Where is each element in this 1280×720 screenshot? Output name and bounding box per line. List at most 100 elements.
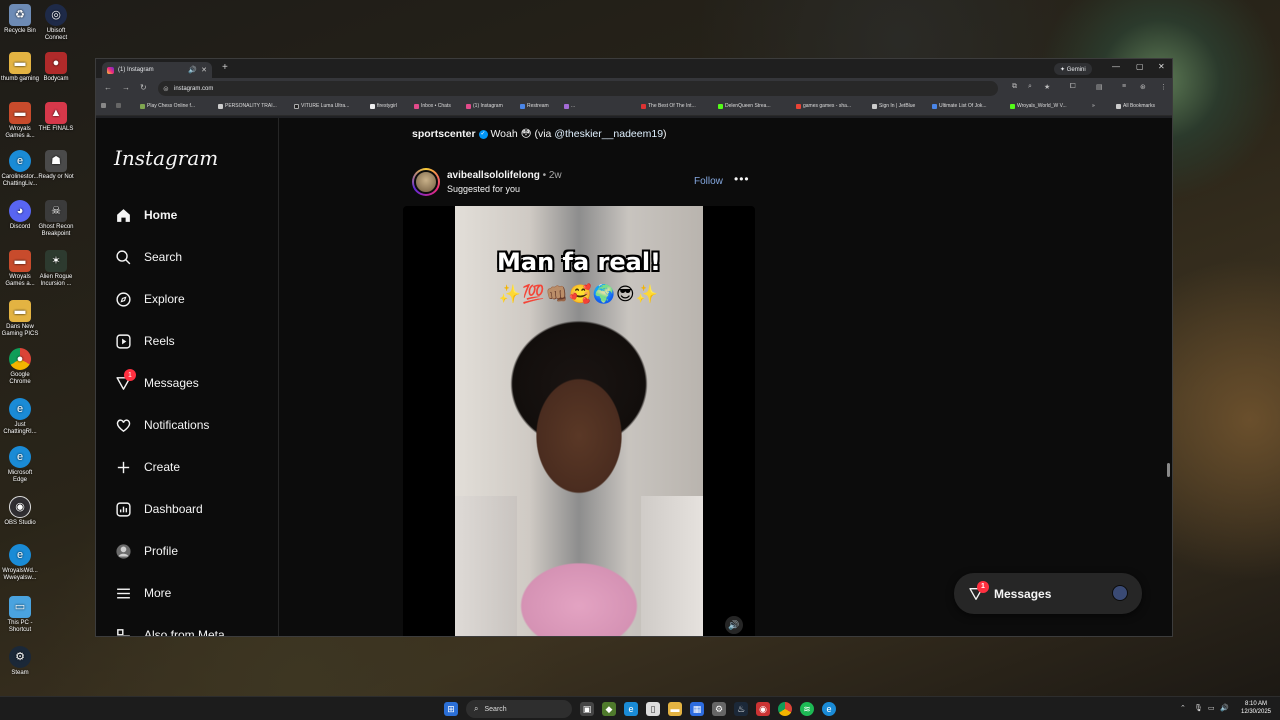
post-username[interactable]: avibeallsololifelong [447, 170, 540, 181]
zoom-icon[interactable]: ⌕ [1028, 83, 1032, 91]
nav-profile[interactable]: Profile [114, 542, 178, 560]
site-info-icon[interactable]: ⊜ [163, 85, 169, 93]
instagram-logo[interactable]: Instagram [114, 146, 218, 170]
desktop-icon-the-finals[interactable]: ▲ THE FINALS [36, 102, 76, 133]
desktop-icon-alien-rogue[interactable]: ✶ Alien Rogue Incursion ... [36, 250, 76, 288]
scrollbar-thumb[interactable] [1167, 463, 1170, 477]
customize-icon[interactable]: ≡ [1122, 83, 1126, 90]
store-icon[interactable]: ▦ [690, 702, 704, 716]
nav-home[interactable]: Home [114, 206, 177, 224]
game-icon[interactable]: ⊛ [1140, 83, 1146, 91]
all-bookmarks-folder[interactable]: All Bookmarks [1116, 103, 1155, 109]
messages-pill[interactable]: 1 Messages [954, 573, 1142, 614]
desktop-icon-carolinestor[interactable]: e Carolinestor... ChattingLiv... [0, 150, 40, 188]
bookmark-star-icon[interactable]: ★ [1044, 83, 1050, 91]
bookmark-item[interactable]: Inbox • Chats [414, 103, 451, 109]
bookmark-item[interactable]: Ultimate List Of Jok... [932, 103, 987, 109]
volume-icon[interactable]: 🔊 [1220, 704, 1229, 712]
nav-reels[interactable]: Reels [114, 332, 175, 350]
bookmark-item[interactable]: DelenQueen Strea... [718, 103, 771, 109]
page-scrollbar[interactable] [1165, 118, 1172, 636]
nav-explore[interactable]: Explore [114, 290, 185, 308]
desktop-icon-discord[interactable]: ◕ Discord [0, 200, 40, 231]
url-field[interactable]: ⊜ instagram.com [158, 81, 998, 96]
minimize-icon[interactable]: — [1112, 62, 1120, 71]
nav-search[interactable]: Search [114, 248, 182, 266]
file-explorer-icon[interactable]: ▬ [668, 702, 682, 716]
audio-toggle-icon[interactable]: 🔊 [725, 616, 743, 634]
post-options-icon[interactable]: ••• [734, 172, 750, 186]
follow-button[interactable]: Follow [694, 176, 723, 187]
forward-icon[interactable]: → [122, 83, 130, 92]
nav-create[interactable]: Create [114, 458, 180, 476]
desktop-icon-this-pc[interactable]: ▭ This PC - Shortcut [0, 596, 40, 634]
bookmark-item[interactable]: VITURE Luma Ultra... [294, 103, 349, 109]
bookmarks-overflow-button[interactable]: » [1092, 103, 1095, 109]
back-icon[interactable]: ← [104, 83, 112, 92]
desktop-icon-microsoft-edge[interactable]: e Microsoft Edge [0, 446, 40, 484]
desktop-icon-steam[interactable]: ⚙ Steam [0, 646, 40, 677]
desktop-icon-just-chatting[interactable]: e Just ChattingRI... [0, 398, 40, 436]
bookmark-item[interactable]: Restream [520, 103, 549, 109]
desktop-icon-thumb-gaming[interactable]: ▬ thumb gaming [0, 52, 40, 83]
tab-search-icon[interactable] [116, 103, 121, 108]
speaker-icon[interactable]: 🔊 [188, 66, 197, 74]
system-clock[interactable]: 8:10 AM 12/30/2025 [1236, 700, 1276, 716]
nav-dashboard[interactable]: Dashboard [114, 500, 203, 518]
desktop-icon-wroyalswd[interactable]: e WroyalsWd... Wweyalsw... [0, 544, 40, 582]
bookmark-item[interactable]: games games - sha... [796, 103, 851, 109]
tray-overflow-icon[interactable]: ⌃ [1180, 704, 1186, 712]
taskbar-search[interactable]: ⌕ Search [466, 700, 572, 718]
post-video[interactable]: Man fa real! ✨💯👊🏽🥰🌍😎✨ 🔊 [403, 206, 755, 636]
reload-icon[interactable]: ↻ [140, 83, 147, 92]
desktop-icon-wroyals-games-2[interactable]: ▬ Wroyals Games a... [0, 250, 40, 288]
bookmark-apps-icon[interactable] [101, 103, 106, 108]
bookmark-item[interactable]: Play Chess Online f... [140, 103, 195, 109]
desktop-icon-dans-new-gaming-pics[interactable]: ▬ Dans New Gaming PICS [0, 300, 40, 338]
chrome-taskbar-icon[interactable] [778, 702, 792, 716]
tab-instagram[interactable]: (1) Instagram 🔊 ✕ [102, 62, 212, 78]
windows-start-icon[interactable]: ⊞ [444, 702, 458, 716]
bookmark-item[interactable]: ... [564, 103, 575, 109]
bookmark-folder[interactable]: PERSONALITY TRAI... [218, 103, 277, 109]
extensions-icon[interactable]: ⧠ [1070, 83, 1076, 91]
gemini-button[interactable]: ✦ Gemini [1054, 63, 1092, 75]
desktop-icon-ghost-recon[interactable]: ☠ Ghost Recon Breakpoint [36, 200, 76, 238]
settings-icon[interactable]: ⚙ [712, 702, 726, 716]
new-tab-button[interactable]: + [222, 62, 228, 73]
desktop-icon-ready-or-not[interactable]: ☗ Ready or Not [36, 150, 76, 181]
steam-taskbar-icon[interactable]: ♨ [734, 702, 748, 716]
nav-notifications[interactable]: Notifications [114, 416, 209, 434]
bookmark-item[interactable]: The Best Of The Int... [641, 103, 696, 109]
close-window-icon[interactable]: ✕ [1158, 62, 1165, 71]
desktop-icon-ubisoft[interactable]: ◎ Ubisoft Connect [36, 4, 76, 42]
desktop-icon-bodycam[interactable]: ● Bodycam [36, 52, 76, 83]
close-tab-icon[interactable]: ✕ [201, 66, 207, 74]
desktop-icon-obs-studio[interactable]: ◉ OBS Studio [0, 496, 40, 527]
app-icon[interactable]: ◉ [756, 702, 770, 716]
xbox-app-icon[interactable]: ◆ [602, 702, 616, 716]
edge-taskbar-icon-2[interactable]: e [822, 702, 836, 716]
desktop-icon-wroyals-games[interactable]: ▬ Wroyals Games a... [0, 102, 40, 140]
spotify-icon[interactable]: ≋ [800, 702, 814, 716]
desktop-icon-google-chrome[interactable]: ● Google Chrome [0, 348, 40, 386]
microphone-icon[interactable]: 🎙 [1194, 704, 1203, 712]
desktop-icon-recycle-bin[interactable]: ♻ Recycle Bin [0, 4, 40, 35]
bookmark-item[interactable]: (1) Instagram [466, 103, 503, 109]
caption-mention[interactable]: @theskier__nadeem19 [554, 128, 663, 140]
bookmark-item[interactable]: Sign In | JetBlue [872, 103, 915, 109]
menu-dots-icon[interactable]: ⋮ [1160, 83, 1167, 91]
task-view-icon[interactable]: ▣ [580, 702, 594, 716]
maximize-icon[interactable]: ▢ [1136, 62, 1144, 71]
nav-messages[interactable]: 1 Messages [114, 369, 199, 392]
bookmark-item[interactable]: firestygirl [370, 103, 397, 109]
network-icon[interactable]: ▭ [1208, 704, 1215, 712]
edge-taskbar-icon[interactable]: e [624, 702, 638, 716]
install-app-icon[interactable]: ⧉ [1012, 83, 1017, 91]
post-avatar[interactable] [412, 168, 440, 196]
file-icon[interactable]: ▯ [646, 702, 660, 716]
nav-also-from-meta[interactable]: Also from Meta [114, 626, 225, 636]
sidepanel-icon[interactable]: ▤ [1096, 83, 1103, 91]
caption-username[interactable]: sportscenter [412, 128, 476, 140]
bookmark-item[interactable]: Wroyals_World_W V... [1010, 103, 1067, 109]
